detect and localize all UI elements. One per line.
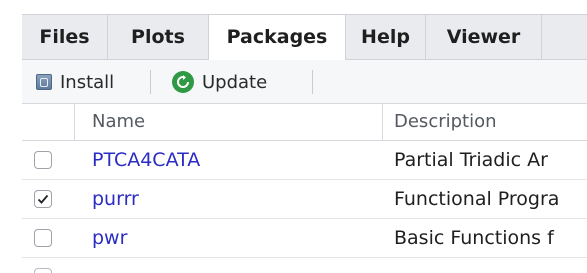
header-description[interactable]: Description [394,104,497,140]
package-description: Partial Triadic Ar [394,149,548,171]
checkmark-icon [37,194,49,204]
column-divider [74,104,75,140]
table-row: purrr Functional Progra [22,180,587,219]
table-row: pwr Basic Functions f [22,219,587,258]
packages-toolbar: Install Update [22,60,587,104]
update-label: Update [202,71,268,93]
install-label: Install [60,71,115,93]
tab-files[interactable]: Files [22,15,108,60]
install-button[interactable]: Install [36,60,114,104]
tab-packages[interactable]: Packages [208,15,346,61]
tab-viewer[interactable]: Viewer [426,15,542,60]
table-row: PTCA4CATA Partial Triadic Ar [22,141,587,180]
toolbar-divider [312,70,313,94]
table-row-partial [22,258,587,273]
install-icon [36,74,52,90]
tab-plots[interactable]: Plots [108,15,208,60]
package-name-link[interactable]: PTCA4CATA [92,141,200,180]
tab-help[interactable]: Help [346,15,426,60]
tab-bar: Files Plots Packages Help Viewer [22,14,587,61]
update-icon [172,71,194,93]
header-name[interactable]: Name [92,104,145,140]
package-name-link[interactable]: purrr [92,180,139,219]
package-checkbox[interactable] [34,151,52,169]
toolbar-divider [150,70,151,94]
package-checkbox-checked[interactable] [34,190,52,208]
package-name-link[interactable]: pwr [92,219,127,258]
package-description: Functional Progra [394,188,560,210]
update-button[interactable]: Update [172,60,267,104]
package-description: Basic Functions f [394,227,554,249]
table-header: Name Description [22,104,587,141]
packages-pane: Files Plots Packages Help Viewer Install… [0,0,587,273]
package-checkbox[interactable] [34,268,52,273]
package-checkbox[interactable] [34,229,52,247]
column-divider [382,104,383,140]
